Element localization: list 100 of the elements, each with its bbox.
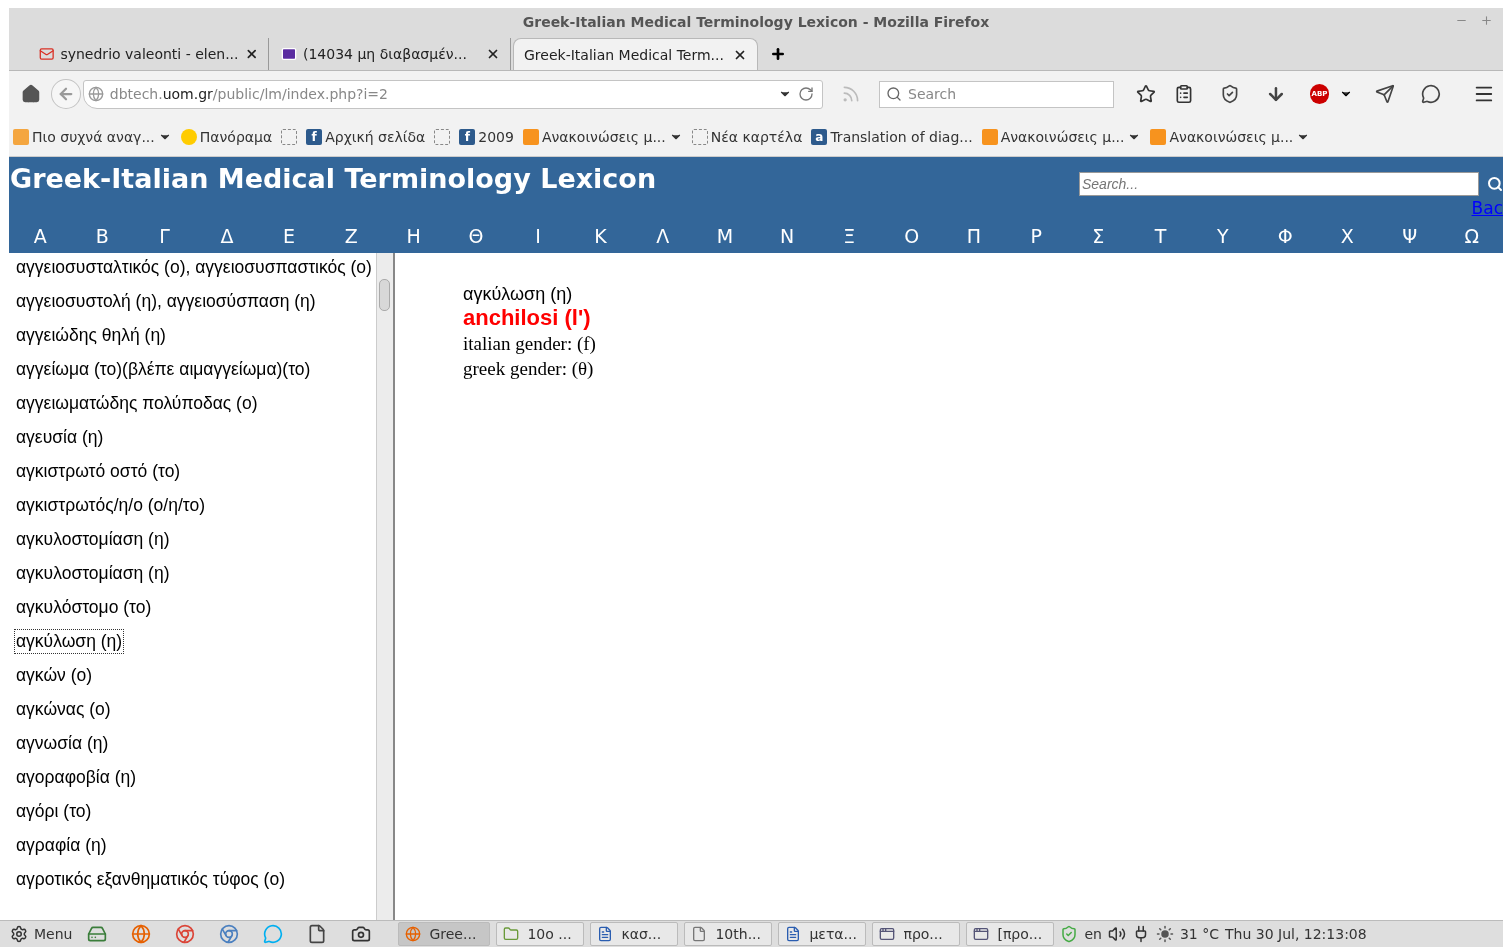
- bookmark[interactable]: Ανακοινώσεις μ...: [522, 128, 683, 145]
- letter-link[interactable]: Π: [942, 225, 1005, 247]
- bookmark[interactable]: [434, 128, 451, 145]
- letter-link[interactable]: Υ: [1191, 225, 1254, 247]
- term-link[interactable]: αγκύλωση (η): [15, 630, 124, 653]
- letter-link[interactable]: Φ: [1254, 225, 1317, 247]
- term-link[interactable]: αγγειωματώδης πολύποδας (ο): [15, 392, 259, 415]
- letter-link[interactable]: Μ: [693, 225, 756, 247]
- browser-tab[interactable]: Greek-Italian Medical Term...: [513, 38, 758, 70]
- new-tab-icon[interactable]: [770, 46, 786, 62]
- menu-button[interactable]: Menu: [34, 926, 73, 942]
- letter-link[interactable]: Δ: [195, 225, 258, 247]
- letter-link[interactable]: Σ: [1067, 225, 1130, 247]
- term-link[interactable]: αγκυλοστομίαση (η): [15, 528, 171, 551]
- globe-icon[interactable]: [131, 924, 152, 944]
- letter-link[interactable]: Ε: [258, 225, 321, 247]
- scrollbar[interactable]: [376, 253, 395, 920]
- bookmark[interactable]: Πανόραμα: [180, 128, 273, 145]
- document-icon[interactable]: [307, 924, 328, 944]
- clipboard-icon[interactable]: [1173, 84, 1194, 104]
- bookmark[interactable]: f Αρχική σελίδα: [306, 128, 426, 145]
- letter-link[interactable]: Ψ: [1378, 225, 1441, 247]
- camera-icon[interactable]: [351, 924, 372, 944]
- term-link[interactable]: αγγειοσυστολή (η), αγγειοσύσπαση (η): [15, 290, 317, 313]
- taskbar-window[interactable]: κασ...: [590, 922, 679, 946]
- term-link[interactable]: αγνωσία (η): [15, 732, 110, 755]
- volume-icon[interactable]: [1107, 925, 1126, 943]
- term-link[interactable]: αγγειώδης θηλή (η): [15, 324, 167, 347]
- letter-link[interactable]: Θ: [444, 225, 507, 247]
- bookmark[interactable]: [281, 128, 298, 145]
- letter-link[interactable]: Χ: [1316, 225, 1379, 247]
- chat-icon[interactable]: [1421, 84, 1442, 104]
- term-link[interactable]: αγγείωμα (το)(βλέπε αιμαγγείωμα)(το): [15, 358, 312, 381]
- letter-icon: a: [811, 128, 828, 145]
- blank-page-icon: [281, 128, 298, 145]
- term-link[interactable]: αγοραφοβία (η): [15, 766, 138, 789]
- window-icon: [879, 926, 896, 942]
- drive-icon[interactable]: [87, 924, 108, 944]
- letter-link[interactable]: Ο: [880, 225, 943, 247]
- letter-link[interactable]: Ρ: [1005, 225, 1068, 247]
- shield-icon[interactable]: [1219, 84, 1240, 104]
- back-button[interactable]: [50, 79, 81, 109]
- browser-icon[interactable]: [219, 924, 240, 944]
- letter-link[interactable]: Ξ: [818, 225, 881, 247]
- sun-icon: [180, 128, 197, 145]
- browser-icon[interactable]: [175, 924, 196, 944]
- maximize-icon[interactable]: [1480, 14, 1493, 27]
- taskbar-window[interactable]: [προ...: [966, 922, 1055, 946]
- taskbar-window[interactable]: προ...: [872, 922, 961, 946]
- bookmark[interactable]: Νέα καρτέλα: [691, 128, 803, 145]
- term-link[interactable]: αγκιστρωτός/η/ο (ο/η/το): [15, 494, 206, 517]
- term-link[interactable]: αγγειοσυσταλτικός (ο), αγγειοσυσπαστικός (ο): [15, 256, 373, 279]
- letter-link[interactable]: Τ: [1129, 225, 1192, 247]
- globe-icon: [87, 86, 104, 102]
- search-icon[interactable]: [1487, 176, 1503, 192]
- term-link[interactable]: αγκυλοστομίαση (η): [15, 562, 171, 585]
- browser-tab[interactable]: (14034 μη διαβασμέν...: [271, 38, 511, 70]
- term-link[interactable]: αγκών (ο): [15, 664, 94, 687]
- bookmark[interactable]: Πιο συχνά αναγ...: [13, 128, 172, 145]
- letter-link[interactable]: Ν: [756, 225, 819, 247]
- greek-term: αγκύλωση (η): [463, 284, 573, 305]
- letter-link[interactable]: Α: [9, 225, 72, 247]
- letter-link[interactable]: Κ: [569, 225, 632, 247]
- term-link[interactable]: αγκιστρωτό οστό (το): [15, 460, 182, 483]
- url-field[interactable]: dbtech.uom.gr/public/lm/index.php?i=2: [82, 79, 824, 109]
- term-link[interactable]: αγκυλόστομο (το): [15, 596, 153, 619]
- letter-link[interactable]: Γ: [133, 225, 196, 247]
- term-link[interactable]: αγευσία (η): [15, 426, 105, 449]
- bookmark[interactable]: a Translation of diag...: [811, 128, 973, 145]
- star-icon[interactable]: [1135, 84, 1156, 104]
- page-icon: [691, 926, 708, 942]
- letter-icon: f: [459, 128, 476, 145]
- taskbar-window[interactable]: μετα...: [778, 922, 867, 946]
- home-icon[interactable]: [21, 84, 41, 104]
- term-link[interactable]: αγραφία (η): [15, 834, 108, 857]
- term-link[interactable]: αγροτικός εξανθηματικός τύφος (ο): [15, 868, 286, 891]
- letter-link[interactable]: Β: [71, 225, 134, 247]
- close-icon[interactable]: [486, 47, 500, 61]
- site-search-field[interactable]: Search...: [1079, 172, 1479, 196]
- bookmark[interactable]: Ανακοινώσεις μ...: [981, 128, 1142, 145]
- taskbar-window[interactable]: 10th...: [684, 922, 773, 946]
- send-icon[interactable]: [1375, 84, 1396, 104]
- taskbar-window[interactable]: Gree...: [398, 922, 491, 946]
- bookmark[interactable]: Ανακοινώσεις μ...: [1150, 128, 1311, 145]
- letter-link[interactable]: Ω: [1440, 225, 1503, 247]
- letter-link[interactable]: Λ: [631, 225, 694, 247]
- search-field[interactable]: Search: [879, 80, 1114, 108]
- gear-icon[interactable]: [10, 925, 28, 943]
- taskbar-window[interactable]: 10ο ...: [496, 922, 585, 946]
- term-link[interactable]: αγόρι (το): [15, 800, 93, 823]
- clock[interactable]: Thu 30 Jul, 12:13:08: [1225, 926, 1367, 942]
- bookmark[interactable]: f 2009: [459, 128, 514, 145]
- term-link[interactable]: αγκώνας (ο): [15, 698, 112, 721]
- letter-link[interactable]: Ζ: [320, 225, 383, 247]
- reload-icon[interactable]: [798, 86, 815, 102]
- blank-page-icon: [434, 128, 451, 145]
- letter-link[interactable]: Η: [382, 225, 445, 247]
- keyboard-layout[interactable]: en: [1084, 926, 1102, 942]
- letter-link[interactable]: Ι: [507, 225, 570, 247]
- browser-tab[interactable]: synedrio valeonti - elen...: [29, 38, 269, 70]
